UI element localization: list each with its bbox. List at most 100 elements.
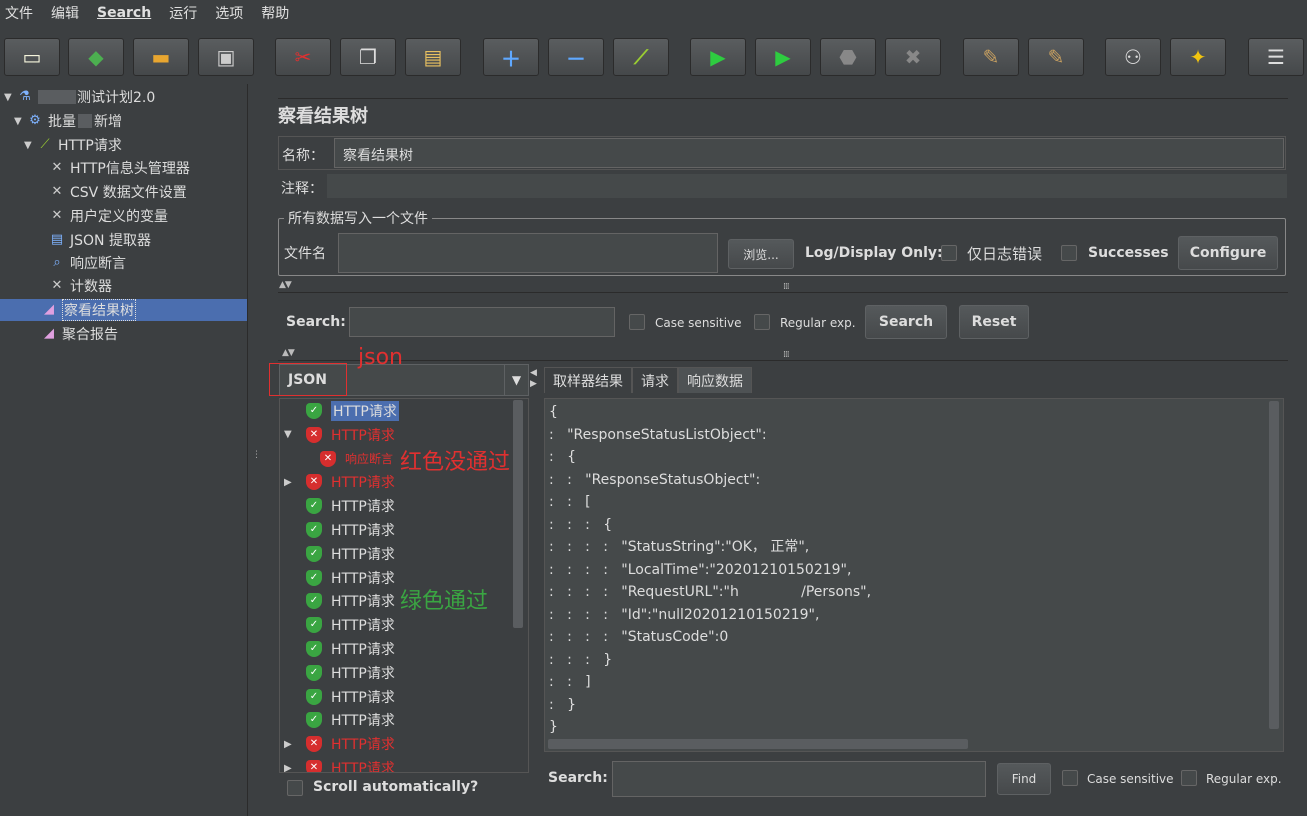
cut-icon[interactable]: ✂ <box>275 38 331 76</box>
result-item[interactable]: ✓ HTTP请求 <box>284 519 395 541</box>
toggle-icon[interactable]: ⟋ <box>613 38 669 76</box>
divider <box>278 292 1288 293</box>
search-icon[interactable]: ⚇ <box>1105 38 1161 76</box>
collapse-arrow-icon[interactable]: ▶ <box>284 739 306 750</box>
result-item[interactable]: ✓ HTTP请求 <box>284 638 395 660</box>
clear-icon[interactable]: ✎ <box>963 38 1019 76</box>
result-item[interactable]: ✓ HTTP请求 <box>284 686 395 708</box>
tree-node-thread-group[interactable]: ▼ ⚙ 批量 新增 <box>14 110 122 132</box>
find-button[interactable]: Find <box>997 763 1051 795</box>
case-sensitive-label: Case sensitive <box>655 316 742 330</box>
success-shield-icon: ✓ <box>306 498 322 515</box>
scroll-auto-checkbox[interactable] <box>287 780 303 796</box>
shutdown-icon[interactable]: ✖ <box>885 38 941 76</box>
horizontal-scrollbar[interactable] <box>548 739 968 749</box>
drag-handle-icon[interactable]: ⁞⁞⁞ <box>783 350 790 360</box>
vertical-scrollbar[interactable] <box>1269 401 1279 729</box>
page-title: 察看结果树 <box>278 106 368 127</box>
clear-all-icon[interactable]: ✎ <box>1028 38 1084 76</box>
gear-icon: ⚙ <box>29 113 41 128</box>
tree-node-results-tree[interactable]: ◢ 察看结果树 <box>0 299 247 321</box>
tree-node-http-request[interactable]: ▼ ⟋ HTTP请求 <box>24 134 122 156</box>
tree-node-assertion[interactable]: ⌕ 响应断言 <box>48 252 126 274</box>
tree-node-counter[interactable]: ✕ 计数器 <box>48 275 112 297</box>
new-plan-icon[interactable]: ▭ <box>4 38 60 76</box>
response-body[interactable]: {: "ResponseStatusListObject":: {: : "Re… <box>544 398 1284 752</box>
result-item[interactable]: ✓ HTTP请求 <box>284 495 395 517</box>
successes-checkbox[interactable] <box>1061 245 1077 261</box>
wrench-icon: ✕ <box>51 278 63 293</box>
failure-shield-icon: ✕ <box>306 426 322 443</box>
tree-node-json-extractor[interactable]: ▤ JSON 提取器 <box>48 229 151 251</box>
tab-sampler-result[interactable]: 取样器结果 <box>544 367 632 393</box>
tree-node-plan[interactable]: ▼ ⚗ 测试计划2.0 <box>4 86 155 108</box>
menu-item-2[interactable]: Search <box>97 5 151 21</box>
result-item[interactable]: ▼ ✕ HTTP请求 <box>284 424 395 446</box>
find-case-checkbox[interactable] <box>1062 770 1078 786</box>
collapse-arrow-icon[interactable]: ▶ <box>284 763 306 773</box>
menu-item-0[interactable]: 文件 <box>5 3 33 23</box>
menu-item-3[interactable]: 运行 <box>169 3 197 23</box>
result-item[interactable]: ✓ HTTP请求 <box>284 662 395 684</box>
collapse-arrow-icon[interactable]: ▶ <box>284 477 306 488</box>
result-label: HTTP请求 <box>331 594 395 611</box>
collapse-arrows-icon[interactable]: ▲▼ <box>279 280 292 290</box>
response-text: {: "ResponseStatusListObject":: {: : "Re… <box>549 401 871 739</box>
chevron-down-icon[interactable]: ▼ <box>504 365 528 395</box>
result-item[interactable]: ✓ HTTP请求 <box>284 400 399 422</box>
tree-node-aggregate[interactable]: ◢ 聚合报告 <box>40 323 118 345</box>
find-input[interactable] <box>612 761 986 797</box>
open-icon[interactable]: ▬ <box>133 38 189 76</box>
menu-item-1[interactable]: 编辑 <box>51 3 79 23</box>
result-label: HTTP请求 <box>331 618 395 635</box>
tab-request[interactable]: 请求 <box>632 367 678 393</box>
copy-icon[interactable]: ❐ <box>340 38 396 76</box>
tree-node-header-manager[interactable]: ✕ HTTP信息头管理器 <box>48 157 190 179</box>
drag-handle-icon[interactable]: ⁞⁞⁞ <box>783 282 790 292</box>
result-item[interactable]: ✓ HTTP请求 <box>284 590 395 612</box>
reset-button[interactable]: Reset <box>959 305 1029 339</box>
result-item[interactable]: ✕ 响应断言 <box>314 448 393 470</box>
templates-icon[interactable]: ◆ <box>68 38 124 76</box>
paste-icon[interactable]: ▤ <box>405 38 461 76</box>
browse-button[interactable]: 浏览... <box>728 239 794 269</box>
find-regex-checkbox[interactable] <box>1181 770 1197 786</box>
tab-response-data[interactable]: 响应数据 <box>678 367 752 393</box>
tree-node-variables[interactable]: ✕ 用户定义的变量 <box>48 205 168 227</box>
splitter[interactable]: ⋮ <box>249 84 263 816</box>
result-item[interactable]: ▶ ✕ HTTP请求 <box>284 471 395 493</box>
configure-button[interactable]: Configure <box>1178 236 1278 270</box>
comment-field[interactable] <box>327 174 1287 198</box>
search-button[interactable]: Search <box>865 305 947 339</box>
name-field[interactable]: 察看结果树 <box>334 138 1284 168</box>
filename-input[interactable] <box>338 233 718 273</box>
regex-checkbox[interactable] <box>754 314 770 330</box>
case-sensitive-checkbox[interactable] <box>629 314 645 330</box>
expand-icon[interactable]: ＋ <box>483 38 539 76</box>
toolbar: ▭ ◆ ▬ ▣ ✂ ❐ ▤ ＋ － ⟋ ▶ ▶ ⬣ ✖ ✎ ✎ ⚇ ✦ ☰ <box>0 30 1307 82</box>
list-scrollbar[interactable] <box>513 400 523 628</box>
result-item[interactable]: ▶ ✕ HTTP请求 <box>284 757 395 773</box>
pipette-icon: ⟋ <box>40 137 50 152</box>
start-icon[interactable]: ▶ <box>690 38 746 76</box>
result-item[interactable]: ✓ HTTP请求 <box>284 543 395 565</box>
search-input[interactable] <box>349 307 615 337</box>
result-item[interactable]: ✓ HTTP请求 <box>284 709 395 731</box>
start-no-pause-icon[interactable]: ▶ <box>755 38 811 76</box>
save-icon[interactable]: ▣ <box>198 38 254 76</box>
collapse-arrows-icon[interactable]: ▲▼ <box>282 348 295 358</box>
tree-node-csv[interactable]: ✕ CSV 数据文件设置 <box>48 181 187 203</box>
stop-icon[interactable]: ⬣ <box>820 38 876 76</box>
menu-item-4[interactable]: 选项 <box>215 3 243 23</box>
collapse-icon[interactable]: － <box>548 38 604 76</box>
expand-arrow-icon[interactable]: ▼ <box>284 429 306 440</box>
function-helper-icon[interactable]: ☰ <box>1248 38 1304 76</box>
result-item[interactable]: ▶ ✕ HTTP请求 <box>284 733 395 755</box>
response-line: } <box>549 719 558 735</box>
menu-item-5[interactable]: 帮助 <box>261 3 289 23</box>
result-item[interactable]: ✓ HTTP请求 <box>284 567 395 589</box>
errors-checkbox[interactable] <box>941 245 957 261</box>
reset-search-icon[interactable]: ✦ <box>1170 38 1226 76</box>
result-item[interactable]: ✓ HTTP请求 <box>284 614 395 636</box>
split-arrows-icon[interactable]: ◀ ▶ <box>530 368 537 390</box>
